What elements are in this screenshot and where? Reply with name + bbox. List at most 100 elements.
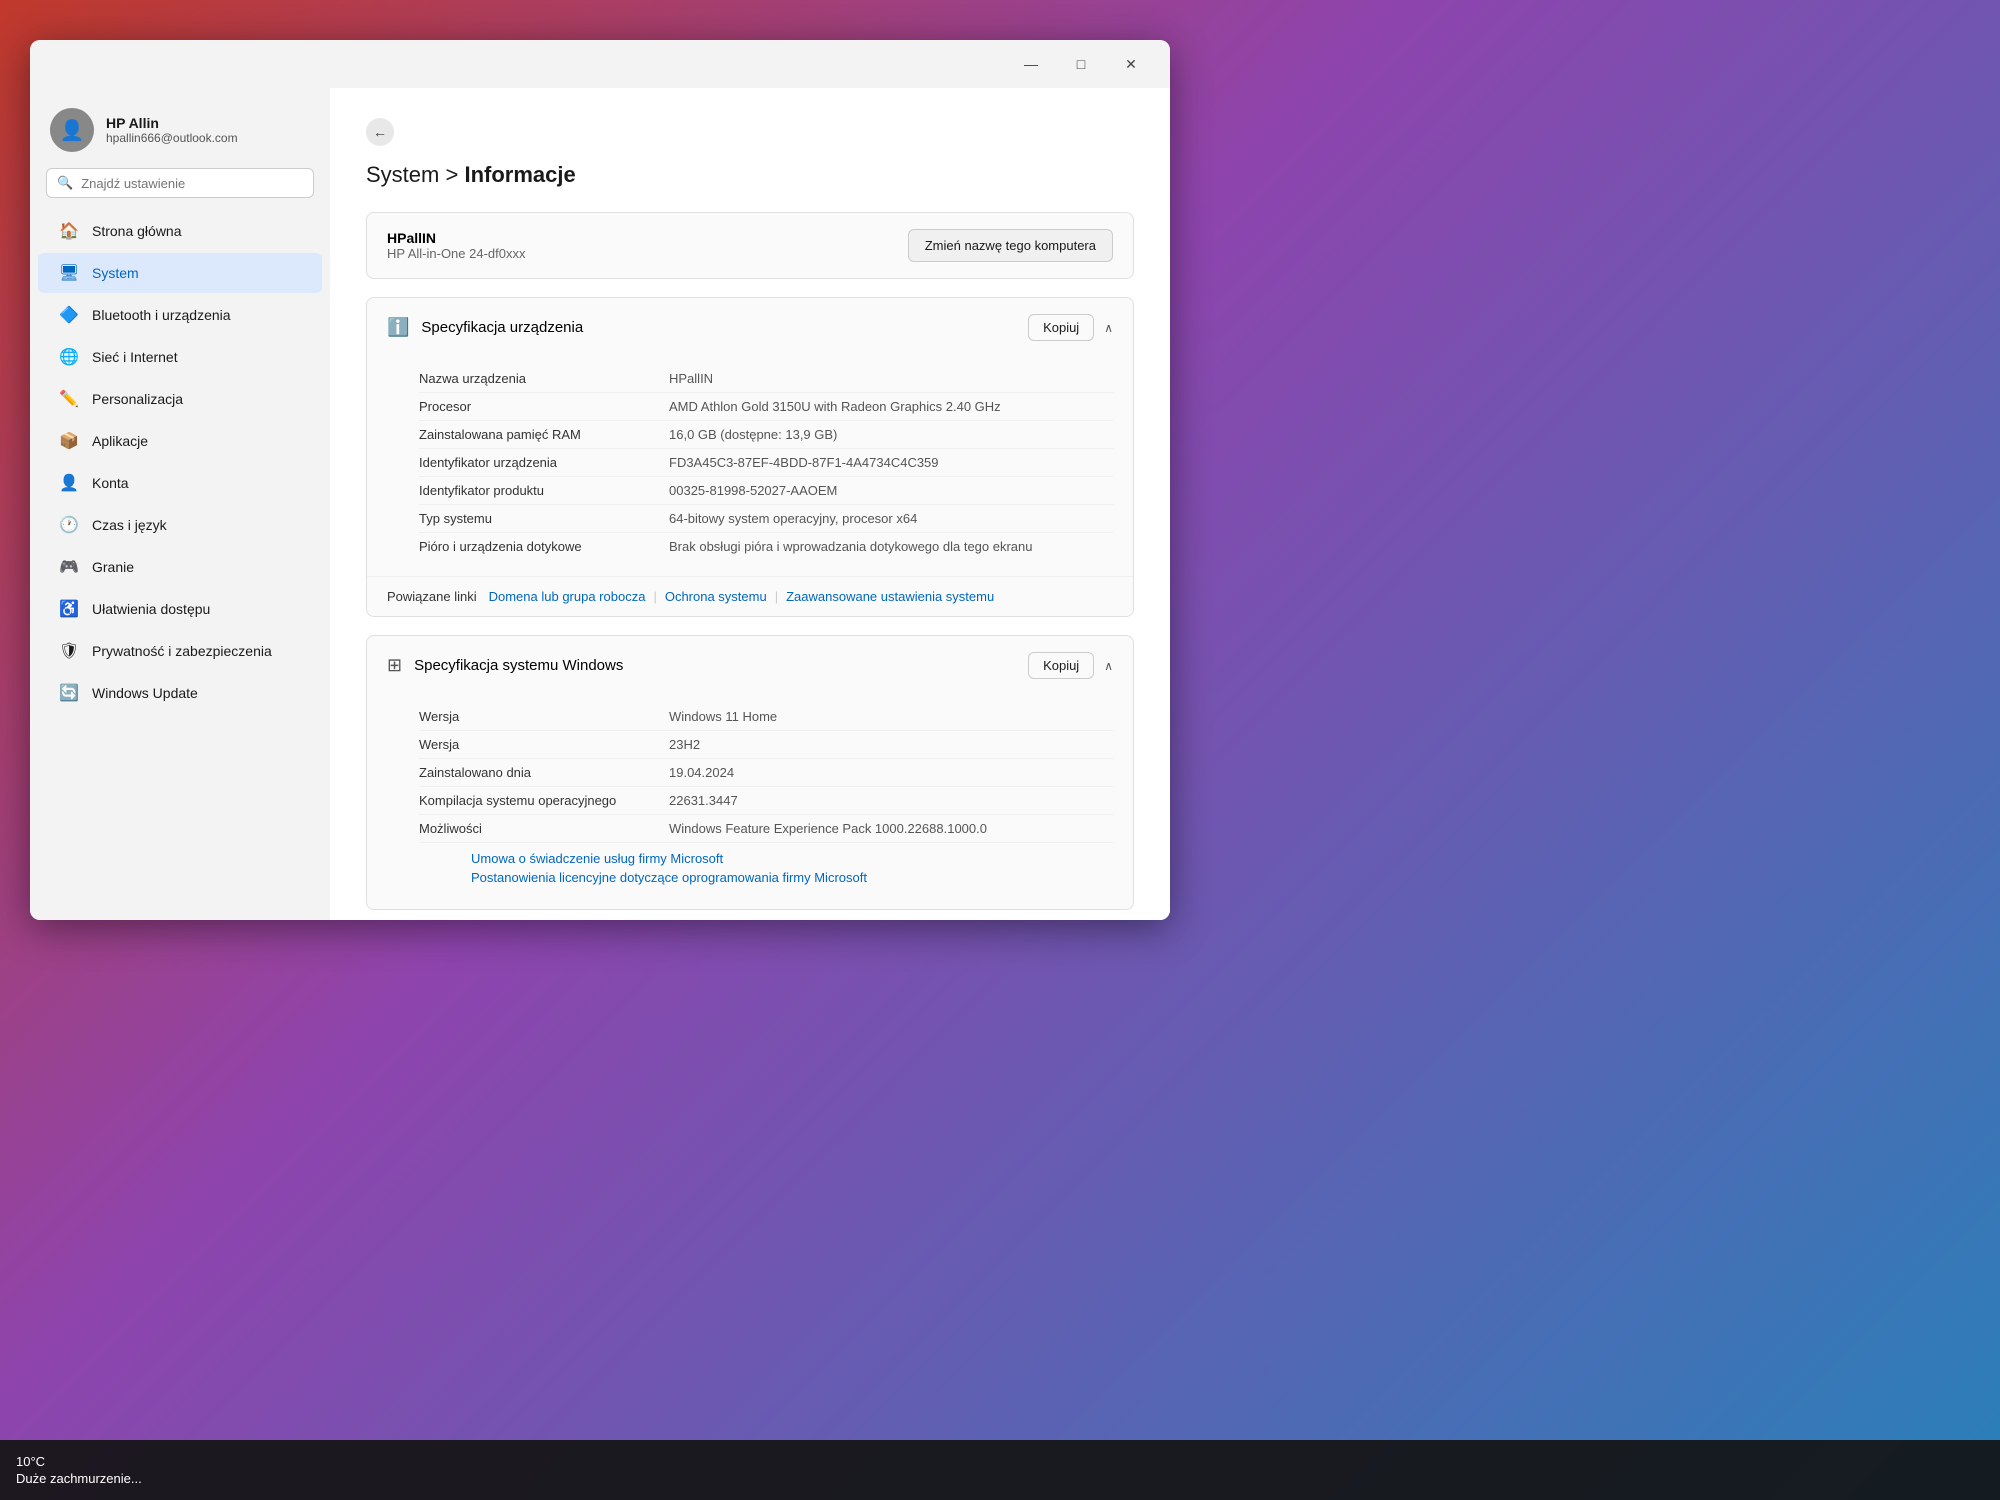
sidebar-item-label: Konta xyxy=(92,475,129,491)
spec-value: 22631.3447 xyxy=(669,793,738,808)
spec-value: 16,0 GB (dostępne: 13,9 GB) xyxy=(669,427,837,442)
settings-window: — □ ✕ 👤 HP Allin hpallin666@outlook.com … xyxy=(30,40,1170,920)
window-controls: — □ ✕ xyxy=(1008,48,1154,80)
spec-value: HPallIN xyxy=(669,371,713,386)
sidebar-item-accessibility[interactable]: ♿ Ułatwienia dostępu xyxy=(38,589,322,629)
sidebar-item-home[interactable]: 🏠 Strona główna xyxy=(38,211,322,251)
info-icon: ℹ️ xyxy=(387,317,409,338)
spec-value: 19.04.2024 xyxy=(669,765,734,780)
sidebar-item-personalization[interactable]: ✏️ Personalizacja xyxy=(38,379,322,419)
gaming-icon: 🎮 xyxy=(58,557,80,577)
spec-value: AMD Athlon Gold 3150U with Radeon Graphi… xyxy=(669,399,1001,414)
copy-windows-spec-button[interactable]: Kopiuj xyxy=(1028,652,1094,679)
apps-icon: 📦 xyxy=(58,431,80,451)
table-row: Typ systemu 64-bitowy system operacyjny,… xyxy=(419,505,1113,533)
sidebar: 👤 HP Allin hpallin666@outlook.com 🔍 🏠 St… xyxy=(30,88,330,920)
spec-label: Nazwa urządzenia xyxy=(419,371,649,386)
spec-label: Identyfikator produktu xyxy=(419,483,649,498)
user-email: hpallin666@outlook.com xyxy=(106,131,238,145)
sidebar-item-privacy[interactable]: 🛡 Prywatność i zabezpieczenia xyxy=(38,631,322,671)
device-spec-section: ℹ️ Specyfikacja urządzenia Kopiuj ∧ Nazw… xyxy=(366,297,1134,617)
sidebar-item-apps[interactable]: 📦 Aplikacje xyxy=(38,421,322,461)
section-header-left: ℹ️ Specyfikacja urządzenia xyxy=(387,317,583,338)
maximize-button[interactable]: □ xyxy=(1058,48,1104,80)
chevron-up-icon: ∧ xyxy=(1104,659,1113,673)
sidebar-item-system[interactable]: 🖥 System xyxy=(38,253,322,293)
table-row: Identyfikator urządzenia FD3A45C3-87EF-4… xyxy=(419,449,1113,477)
computer-name: HPallIN xyxy=(387,230,526,246)
link-separator: | xyxy=(653,589,656,604)
personalization-icon: ✏️ xyxy=(58,389,80,409)
sidebar-item-label: Strona główna xyxy=(92,223,182,239)
spec-label: Zainstalowana pamięć RAM xyxy=(419,427,649,442)
device-spec-header[interactable]: ℹ️ Specyfikacja urządzenia Kopiuj ∧ xyxy=(367,298,1133,357)
related-links: Powiązane linki Domena lub grupa robocza… xyxy=(367,576,1133,616)
time-icon: 🕐 xyxy=(58,515,80,535)
windows-icon: ⊞ xyxy=(387,655,402,676)
weather-temp: 10°C xyxy=(16,1454,45,1469)
device-spec-title: Specyfikacja urządzenia xyxy=(421,319,583,336)
table-row: Identyfikator produktu 00325-81998-52027… xyxy=(419,477,1113,505)
windows-links: Umowa o świadczenie usług firmy Microsof… xyxy=(419,843,1113,893)
page-title: System > Informacje xyxy=(366,162,1134,188)
spec-value: 64-bitowy system operacyjny, procesor x6… xyxy=(669,511,917,526)
section-header-right: Kopiuj ∧ xyxy=(1028,652,1113,679)
sidebar-item-bluetooth[interactable]: 🔷 Bluetooth i urządzenia xyxy=(38,295,322,335)
sidebar-item-label: Ułatwienia dostępu xyxy=(92,601,210,617)
breadcrumb-page: Informacje xyxy=(464,162,575,187)
sidebar-item-time[interactable]: 🕐 Czas i język xyxy=(38,505,322,545)
sidebar-item-windows-update[interactable]: 🔄 Windows Update xyxy=(38,673,322,713)
close-button[interactable]: ✕ xyxy=(1108,48,1154,80)
microsoft-license-link[interactable]: Postanowienia licencyjne dotyczące oprog… xyxy=(471,870,1093,885)
system-icon: 🖥 xyxy=(58,263,80,283)
spec-label: Kompilacja systemu operacyjnego xyxy=(419,793,649,808)
rename-button[interactable]: Zmień nazwę tego komputera xyxy=(908,229,1113,262)
update-icon: 🔄 xyxy=(58,683,80,703)
spec-value: 23H2 xyxy=(669,737,700,752)
search-icon: 🔍 xyxy=(57,175,73,191)
bluetooth-icon: 🔷 xyxy=(58,305,80,325)
protection-link[interactable]: Ochrona systemu xyxy=(665,589,767,604)
table-row: Pióro i urządzenia dotykowe Brak obsługi… xyxy=(419,533,1113,560)
spec-label: Identyfikator urządzenia xyxy=(419,455,649,470)
spec-value: 00325-81998-52027-AAOEM xyxy=(669,483,837,498)
spec-value: Windows Feature Experience Pack 1000.226… xyxy=(669,821,987,836)
sidebar-item-label: System xyxy=(92,265,139,281)
spec-label: Wersja xyxy=(419,737,649,752)
search-input[interactable] xyxy=(81,176,303,191)
user-profile: 👤 HP Allin hpallin666@outlook.com xyxy=(30,88,330,168)
sidebar-item-network[interactable]: 🌐 Sieć i Internet xyxy=(38,337,322,377)
weather-desc: Duże zachmurzenie... xyxy=(16,1471,142,1486)
user-name: HP Allin xyxy=(106,115,238,131)
windows-spec-header[interactable]: ⊞ Specyfikacja systemu Windows Kopiuj ∧ xyxy=(367,636,1133,695)
accounts-icon: 👤 xyxy=(58,473,80,493)
microsoft-terms-link[interactable]: Umowa o świadczenie usług firmy Microsof… xyxy=(471,851,1093,866)
spec-label: Możliwości xyxy=(419,821,649,836)
search-box[interactable]: 🔍 xyxy=(46,168,314,198)
home-icon: 🏠 xyxy=(58,221,80,241)
related-links-label: Powiązane linki xyxy=(387,589,477,604)
privacy-icon: 🛡 xyxy=(58,641,80,661)
spec-label: Zainstalowano dnia xyxy=(419,765,649,780)
table-row: Procesor AMD Athlon Gold 3150U with Rade… xyxy=(419,393,1113,421)
sidebar-item-gaming[interactable]: 🎮 Granie xyxy=(38,547,322,587)
minimize-button[interactable]: — xyxy=(1008,48,1054,80)
copy-device-spec-button[interactable]: Kopiuj xyxy=(1028,314,1094,341)
spec-label: Wersja xyxy=(419,709,649,724)
computer-name-bar: HPallIN HP All-in-One 24-df0xxx Zmień na… xyxy=(366,212,1134,279)
back-button[interactable]: ← xyxy=(366,118,394,146)
spec-value: Windows 11 Home xyxy=(669,709,777,724)
section-header-left: ⊞ Specyfikacja systemu Windows xyxy=(387,655,623,676)
sidebar-item-label: Granie xyxy=(92,559,134,575)
sidebar-item-label: Sieć i Internet xyxy=(92,349,178,365)
chevron-up-icon: ∧ xyxy=(1104,321,1113,335)
back-nav: ← xyxy=(366,118,1134,146)
table-row: Zainstalowano dnia 19.04.2024 xyxy=(419,759,1113,787)
spec-label: Pióro i urządzenia dotykowe xyxy=(419,539,649,554)
domain-link[interactable]: Domena lub grupa robocza xyxy=(489,589,646,604)
advanced-link[interactable]: Zaawansowane ustawienia systemu xyxy=(786,589,994,604)
sidebar-item-accounts[interactable]: 👤 Konta xyxy=(38,463,322,503)
title-bar: — □ ✕ xyxy=(30,40,1170,88)
taskbar: 10°C Duże zachmurzenie... xyxy=(0,1440,2000,1500)
sidebar-item-label: Prywatność i zabezpieczenia xyxy=(92,643,272,659)
